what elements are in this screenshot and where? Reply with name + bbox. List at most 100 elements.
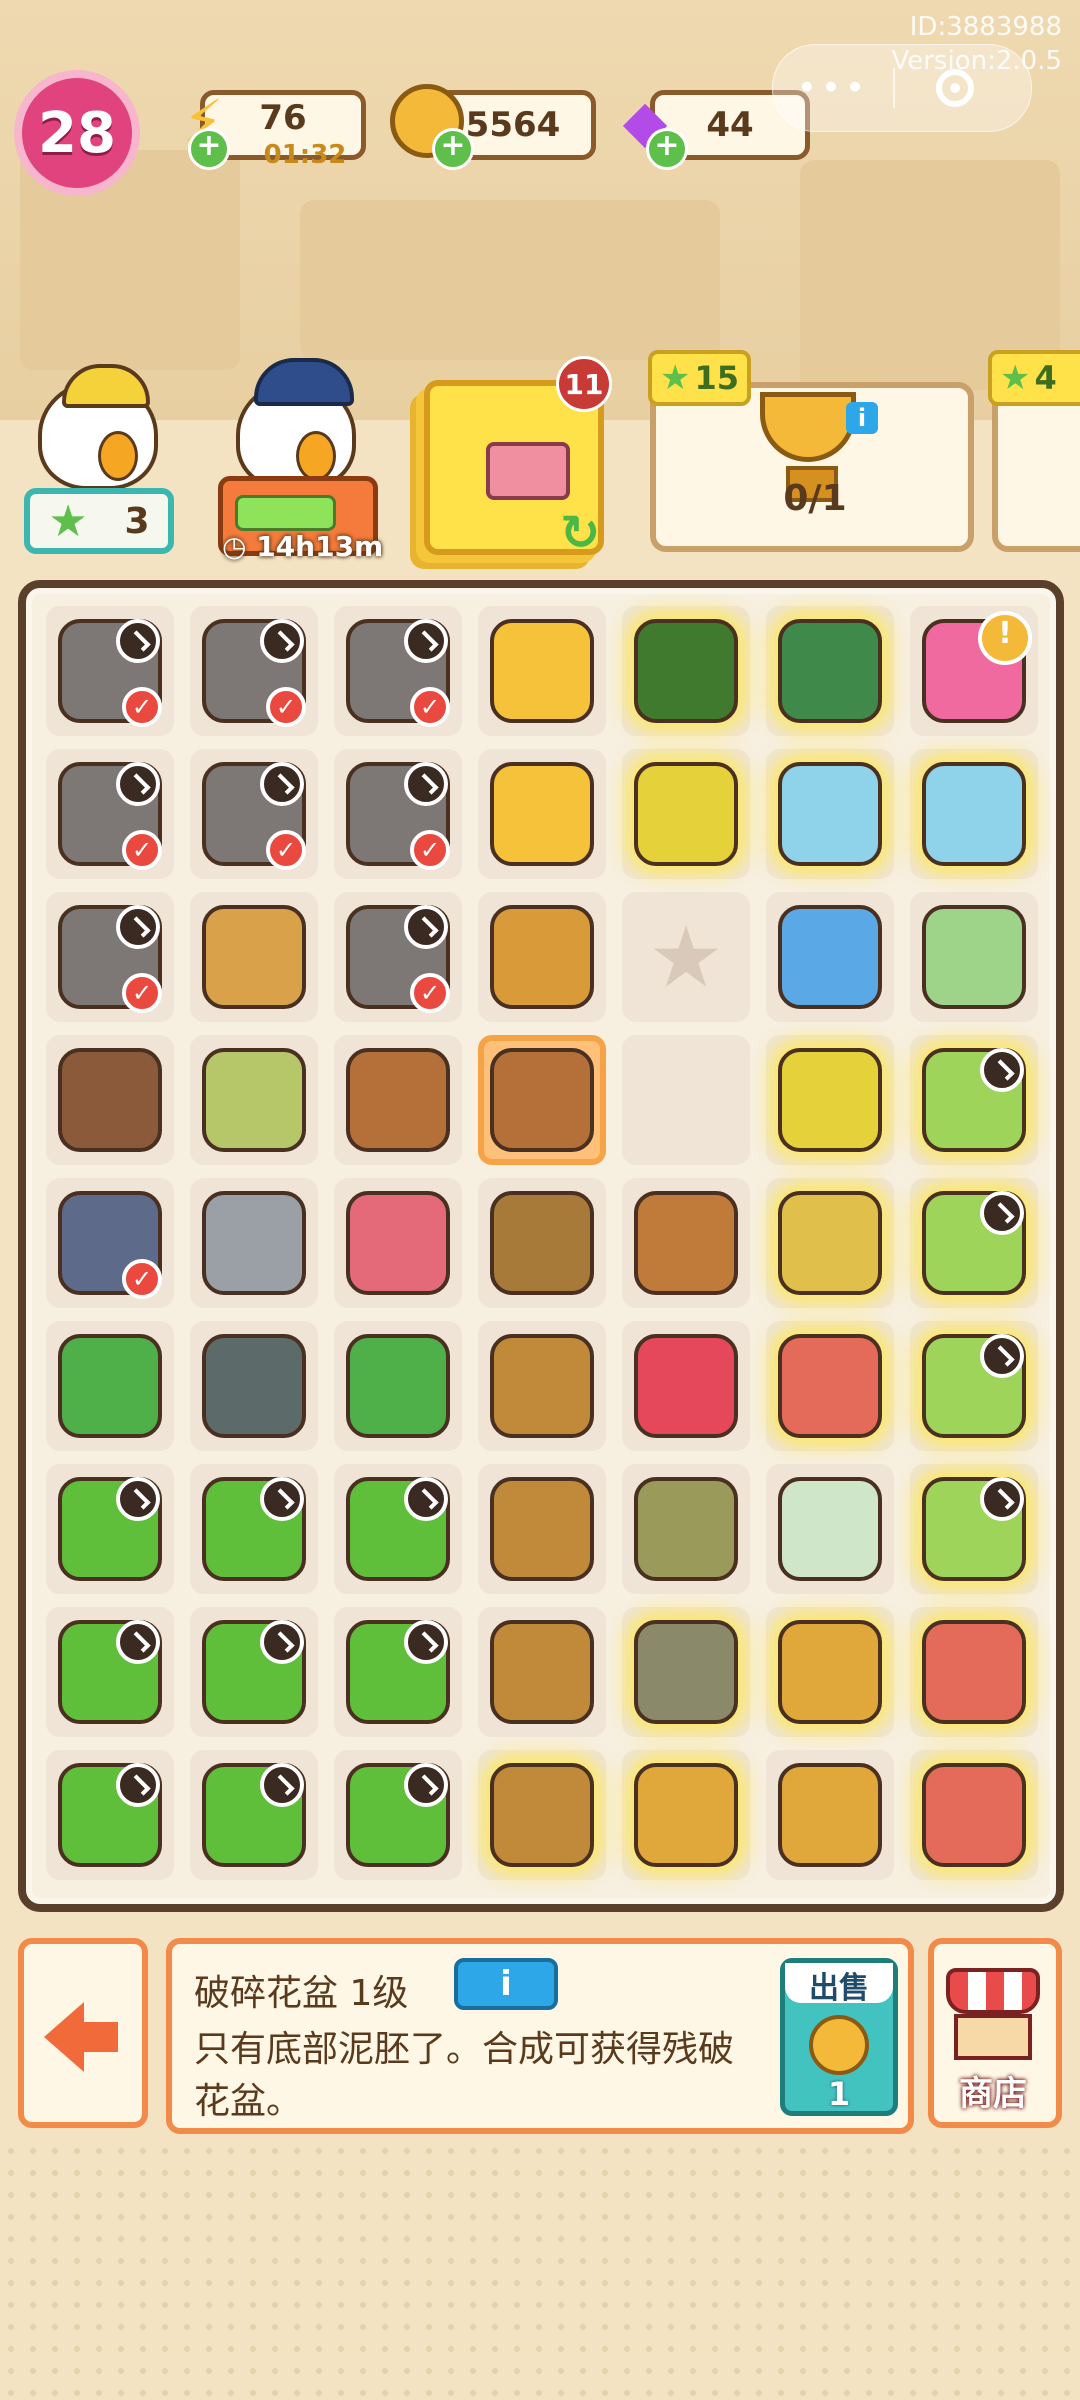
board-cell[interactable]: ✓ (190, 606, 318, 736)
blue-mittens-icon[interactable] (778, 905, 882, 1009)
tool-crate-icon[interactable] (778, 1334, 882, 1438)
board-cell[interactable] (766, 1178, 894, 1308)
garbage-bag-icon[interactable]: ✓ (346, 762, 450, 870)
sell-button[interactable]: 出售 1 (780, 1958, 898, 2116)
board-cell[interactable] (766, 1321, 894, 1451)
board-cell[interactable] (190, 1750, 318, 1880)
red-planter-icon[interactable] (346, 1191, 450, 1295)
green-toolbox-icon[interactable] (778, 619, 882, 723)
snail-icon[interactable]: ✓ (58, 1191, 162, 1299)
board-cell[interactable] (46, 1464, 174, 1594)
board-cell[interactable] (190, 1464, 318, 1594)
gold-medal-icon[interactable] (490, 619, 594, 723)
hamsters-icon[interactable] (202, 905, 306, 1009)
board-cell[interactable] (190, 1035, 318, 1165)
board-cell[interactable] (46, 1607, 174, 1737)
flower-tree-icon[interactable] (346, 1763, 450, 1867)
board-cell[interactable]: ★ (622, 892, 750, 1022)
board-cell[interactable] (334, 1321, 462, 1451)
board-cell[interactable] (766, 1464, 894, 1594)
board-cell[interactable]: ✓ (46, 606, 174, 736)
board-cell[interactable] (46, 1750, 174, 1880)
board-cell[interactable] (46, 1035, 174, 1165)
retro-tv-icon[interactable] (922, 1048, 1026, 1152)
garbage-bag-icon[interactable]: ✓ (346, 905, 450, 1013)
board-cell[interactable]: ✓ (334, 749, 462, 879)
gold-medal-icon[interactable] (490, 762, 594, 866)
shop-button[interactable]: 商店 (928, 1938, 1062, 2128)
board-cell[interactable] (910, 892, 1038, 1022)
flower-tree-icon[interactable] (202, 1477, 306, 1581)
board-cell[interactable] (766, 749, 894, 879)
snail-icon[interactable] (202, 1191, 306, 1295)
add-gems-button[interactable]: + (646, 128, 688, 170)
pink-backpack-icon[interactable]: ! (922, 611, 1032, 723)
board-cell[interactable] (910, 1035, 1038, 1165)
laptop-icon[interactable] (922, 1334, 1026, 1438)
garbage-bag-icon[interactable]: ✓ (346, 619, 450, 727)
garbage-bag-icon[interactable]: ✓ (202, 619, 306, 727)
board-cell[interactable] (478, 1607, 606, 1737)
sewing-machine-icon[interactable] (922, 762, 1026, 866)
board-cell[interactable] (478, 1321, 606, 1451)
task-card[interactable] (992, 382, 1080, 552)
sandbags-icon[interactable] (634, 1477, 738, 1581)
bucket-icon[interactable] (634, 1763, 738, 1867)
wooden-cabinet-icon[interactable] (778, 1763, 882, 1867)
board-cell[interactable] (766, 606, 894, 736)
torn-cloth-icon[interactable] (202, 1048, 306, 1152)
tool-cart-icon[interactable] (778, 1048, 882, 1152)
flower-tree-icon[interactable] (202, 1763, 306, 1867)
garbage-bag-icon[interactable]: ✓ (58, 762, 162, 870)
flower-tree-icon[interactable] (58, 1477, 162, 1581)
broken-pot-pieces-icon[interactable] (634, 1191, 738, 1295)
worker-duck[interactable] (38, 364, 158, 490)
board-cell[interactable]: ! (910, 606, 1038, 736)
board-cell[interactable] (334, 1035, 462, 1165)
board-cell[interactable] (622, 1464, 750, 1594)
snail-icon[interactable] (202, 1334, 306, 1438)
board-cell[interactable] (910, 1607, 1038, 1737)
garbage-bag-icon[interactable]: ✓ (202, 762, 306, 870)
board-cell[interactable]: ✓ (46, 892, 174, 1022)
board-cell[interactable] (622, 606, 750, 736)
board-cell[interactable]: ✓ (334, 892, 462, 1022)
flower-tree-icon[interactable] (58, 1763, 162, 1867)
item-info-button[interactable]: i (454, 1958, 558, 2010)
board-cell[interactable]: ✓ (334, 606, 462, 736)
green-toolbox-icon[interactable] (634, 619, 738, 723)
wicker-basket-icon[interactable] (490, 1763, 594, 1867)
board-cell[interactable] (190, 892, 318, 1022)
add-coins-button[interactable]: + (432, 128, 474, 170)
tool-cart-icon[interactable] (634, 762, 738, 866)
board-cell[interactable] (478, 1464, 606, 1594)
wicker-basket-icon[interactable] (490, 1334, 594, 1438)
board-cell[interactable] (910, 1178, 1038, 1308)
newspaper-icon[interactable] (778, 1477, 882, 1581)
sprout-pot-icon[interactable] (58, 1048, 162, 1152)
board-cell[interactable] (478, 1750, 606, 1880)
worker-stars-pill[interactable]: ★ 3 (24, 488, 174, 554)
wooden-cabinet-icon[interactable] (778, 1620, 882, 1724)
board-cell[interactable] (190, 1321, 318, 1451)
laptop-icon[interactable] (922, 1191, 1026, 1295)
tool-bucket-icon[interactable] (922, 1620, 1026, 1724)
board-cell[interactable] (334, 1607, 462, 1737)
board-cell[interactable] (478, 749, 606, 879)
shopping-cart-icon[interactable] (778, 1191, 882, 1295)
board-cell[interactable] (622, 749, 750, 879)
board-cell[interactable]: ✓ (190, 749, 318, 879)
more-menu-icon[interactable]: ••• (773, 68, 893, 108)
refresh-arrow-icon[interactable]: ↻ (560, 505, 600, 561)
board-cell[interactable]: ✓ (46, 1178, 174, 1308)
board-cell[interactable] (478, 606, 606, 736)
laptop-icon[interactable] (922, 1477, 1026, 1581)
board-cell[interactable] (622, 1321, 750, 1451)
vr-headset-icon[interactable] (634, 1334, 738, 1438)
board-cell[interactable] (622, 1607, 750, 1737)
flower-tree-icon[interactable] (346, 1620, 450, 1724)
flower-tree-icon[interactable] (202, 1620, 306, 1724)
board-cell[interactable] (766, 1607, 894, 1737)
player-level-badge[interactable]: 28 (14, 70, 140, 196)
board-cell[interactable] (910, 749, 1038, 879)
